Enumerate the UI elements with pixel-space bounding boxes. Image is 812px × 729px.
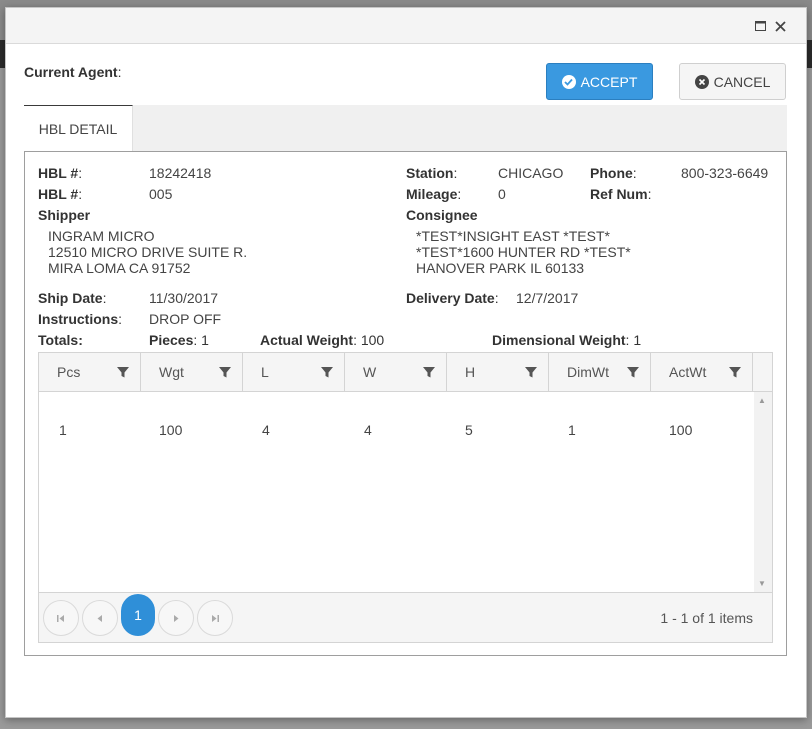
cell-w: 4 (364, 422, 372, 438)
column-header-w[interactable]: W (345, 353, 447, 391)
cancel-button[interactable]: CANCEL (679, 63, 786, 100)
filter-icon[interactable] (116, 365, 130, 379)
mileage-value: 0 (498, 186, 506, 202)
station-value: CHICAGO (498, 165, 564, 181)
chevron-right-icon (174, 614, 179, 622)
ship-date-value: 11/30/2017 (149, 290, 219, 306)
column-header-l[interactable]: L (243, 353, 345, 391)
instructions-label: Instructions: (38, 311, 123, 327)
cancel-button-label: CANCEL (713, 73, 771, 90)
current-agent-label: Current Agent: (24, 64, 122, 80)
grid-body: 1 100 4 4 5 1 100 (39, 392, 754, 592)
filter-icon[interactable] (626, 365, 640, 379)
current-page-button[interactable]: 1 (121, 594, 155, 636)
previous-page-button[interactable] (82, 600, 118, 636)
ref-num-label: Ref Num: (590, 186, 652, 202)
totals-label: Totals: (38, 332, 83, 348)
last-page-icon (212, 614, 219, 622)
cell-l: 4 (262, 422, 270, 438)
delivery-date-label: Delivery Date: (406, 290, 499, 306)
cell-wgt: 100 (159, 422, 183, 438)
ship-date-label: Ship Date: (38, 290, 107, 306)
shipper-line-3: MIRA LOMA CA 91752 (48, 260, 191, 276)
station-label: Station: (406, 165, 458, 181)
cell-dimwt: 1 (568, 422, 576, 438)
consignee-label: Consignee (406, 207, 478, 223)
header-scroll-corner (753, 353, 772, 391)
next-page-button[interactable] (158, 600, 194, 636)
dialog-titlebar (6, 8, 806, 44)
accept-button-label: ACCEPT (580, 73, 638, 90)
column-header-h[interactable]: H (447, 353, 549, 391)
column-title: Wgt (159, 364, 184, 380)
maximize-icon[interactable] (751, 17, 769, 35)
x-circle-icon (694, 74, 709, 89)
shipper-label: Shipper (38, 207, 91, 223)
scroll-down-icon[interactable]: ▼ (758, 579, 766, 588)
column-header-dimwt[interactable]: DimWt (549, 353, 651, 391)
column-title: H (465, 364, 476, 380)
current-page-number: 1 (134, 607, 142, 623)
column-title: W (363, 364, 377, 380)
shipper-line-1: INGRAM MICRO (48, 228, 155, 244)
consignee-line-1: *TEST*INSIGHT EAST *TEST* (416, 228, 610, 244)
scroll-up-icon[interactable]: ▲ (758, 396, 766, 405)
last-page-button[interactable] (197, 600, 233, 636)
cell-pcs: 1 (59, 422, 67, 438)
mileage-label: Mileage: (406, 186, 462, 202)
filter-icon[interactable] (218, 365, 232, 379)
phone-value: 800-323-6649 (681, 165, 769, 181)
filter-icon[interactable] (728, 365, 742, 379)
hbl-number-value: 18242418 (149, 165, 212, 181)
column-header-pcs[interactable]: Pcs (39, 353, 141, 391)
cell-h: 5 (465, 422, 473, 438)
grid-pager: 1 1 - 1 of 1 items (39, 592, 772, 642)
chevron-left-icon (97, 614, 102, 622)
column-title: ActWt (669, 364, 707, 380)
column-title: Pcs (57, 364, 81, 380)
consignee-line-3: HANOVER PARK IL 60133 (416, 260, 585, 276)
close-icon[interactable] (771, 17, 789, 35)
hbl-number-2-label: HBL #: (38, 186, 83, 202)
shipper-line-2: 12510 MICRO DRIVE SUITE R. (48, 244, 248, 260)
first-page-button[interactable] (43, 600, 79, 636)
filter-icon[interactable] (524, 365, 538, 379)
totals-actual-weight: Actual Weight: 100 (260, 332, 385, 348)
column-title: DimWt (567, 364, 609, 380)
column-title: L (261, 364, 269, 380)
phone-label: Phone: (590, 165, 637, 181)
instructions-value: DROP OFF (149, 311, 222, 327)
vertical-scrollbar[interactable]: ▲ ▼ (754, 392, 772, 592)
hbl-detail-panel: HBL #: 18242418 HBL #: 005 Station: CHIC… (24, 151, 787, 656)
delivery-date-value: 12/7/2017 (516, 290, 579, 306)
accept-button[interactable]: ACCEPT (546, 63, 653, 100)
tab-label: HBL DETAIL (38, 121, 118, 137)
tab-hbl-detail[interactable]: HBL DETAIL (24, 105, 133, 152)
filter-icon[interactable] (422, 365, 436, 379)
hbl-number-2-value: 005 (149, 186, 173, 202)
hbl-number-label: HBL #: (38, 165, 83, 181)
check-circle-icon (561, 74, 576, 89)
column-header-wgt[interactable]: Wgt (141, 353, 243, 391)
grid-header: Pcs Wgt L W H DimWt ActWt (39, 353, 772, 392)
column-header-actwt[interactable]: ActWt (651, 353, 753, 391)
tabstrip: HBL DETAIL (24, 105, 787, 152)
hbl-dialog: Current Agent: ACCEPT CANCEL HBL DETAIL … (5, 7, 807, 718)
totals-dimensional-weight: Dimensional Weight: 1 (492, 332, 642, 348)
filter-icon[interactable] (320, 365, 334, 379)
totals-pieces: Pieces: 1 (149, 332, 209, 348)
pieces-grid: Pcs Wgt L W H DimWt ActWt 1 100 4 4 5 1 … (38, 352, 773, 643)
consignee-line-2: *TEST*1600 HUNTER RD *TEST* (416, 244, 631, 260)
first-page-icon (57, 614, 64, 622)
cell-actwt: 100 (669, 422, 693, 438)
pager-info: 1 - 1 of 1 items (660, 610, 753, 626)
